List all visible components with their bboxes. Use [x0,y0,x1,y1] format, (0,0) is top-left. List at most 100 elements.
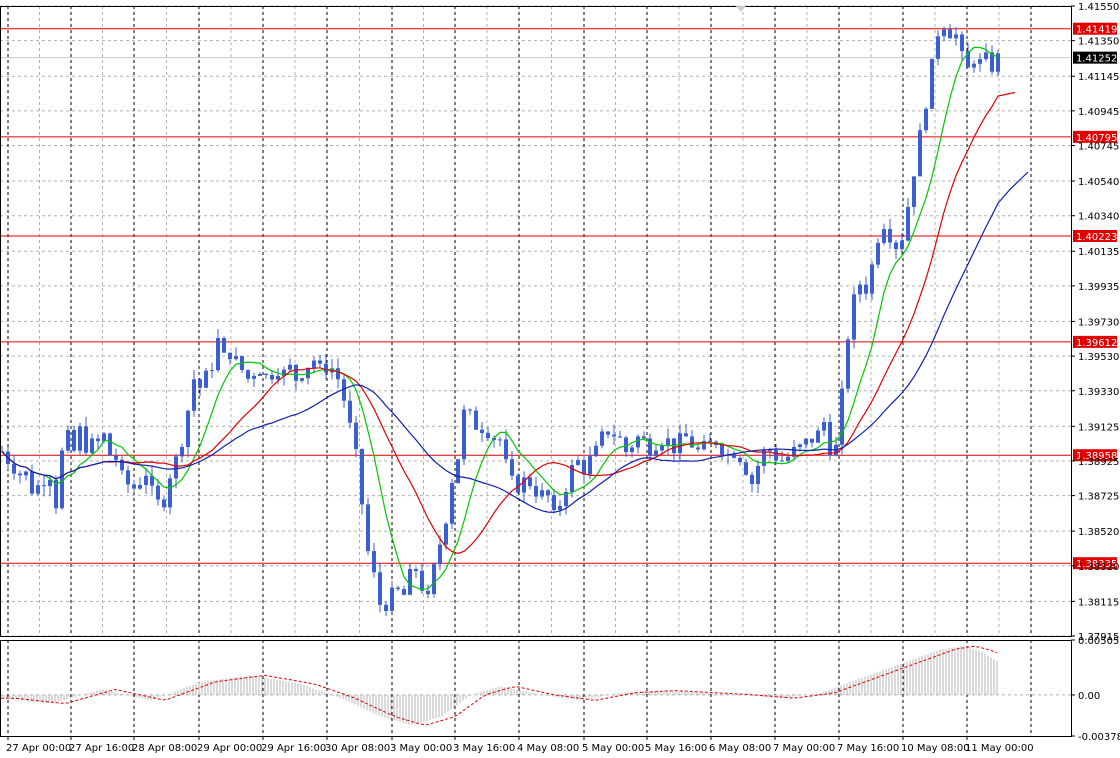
time-label: 5 May 16:00 [645,743,707,754]
candle-body [444,523,448,545]
price-tick-label: 1.38520 [1078,527,1119,538]
candle-body [660,445,664,451]
candle-body [732,454,736,458]
candle-body [126,470,130,485]
price-tick-label: 1.39730 [1078,317,1119,328]
candle-body [258,373,262,376]
candle-body [42,485,46,487]
time-label: 27 Apr 00:00 [6,743,71,754]
candle-body [72,429,76,451]
candle-body [768,450,772,452]
candle-body [270,374,274,380]
candle-body [750,474,754,484]
shift-marker [736,6,746,12]
candle-body [174,456,178,479]
candle-body [402,589,406,595]
candle-body [870,264,874,294]
candle-body [498,439,502,441]
candle-body [132,484,136,489]
candle-body [204,370,208,388]
candle-body [366,504,370,552]
candle-body [480,429,484,433]
candle-body [912,176,916,207]
candle-body [606,431,610,435]
price-tick-label: 1.41350 [1078,37,1119,48]
osc-tick-label: -0.00378 [1078,732,1120,743]
oscillator-histogram [0,645,998,726]
forex-chart[interactable]: 1.414191.407951.402231.396121.389581.383… [0,0,1120,758]
candle-body [930,58,934,109]
price-tick-label: 1.39935 [1078,282,1119,293]
candle-body [558,505,562,511]
price-tick-label: 1.39530 [1078,352,1119,363]
candle-body [948,29,952,39]
osc-tick-label: 0.005055 [1078,636,1120,647]
candle-body [546,490,550,496]
candle-body [90,438,94,453]
candle-body [612,434,616,437]
candle-body [420,571,424,591]
candle-body [252,375,256,379]
candle-body [162,499,166,508]
candle-body [654,450,658,456]
candle-body [774,450,778,461]
candle-body [216,337,220,371]
time-label: 7 May 16:00 [837,743,899,754]
candle-body [690,436,694,448]
candle-body [414,569,418,572]
price-tick-label: 1.40135 [1078,247,1119,258]
candle-body [66,429,70,451]
candle-body [108,433,112,456]
candle-body [12,464,16,474]
moving-averages [1,46,1029,591]
time-grid [7,6,1032,736]
candle-body [468,409,472,411]
candle-body [720,444,724,455]
candle-body [84,426,88,453]
current-price-label: 1.41252 [1076,54,1117,65]
candle-body [684,433,688,437]
candle-body [906,206,910,241]
candle-body [234,356,238,360]
candle-body [942,29,946,37]
candle-body [888,229,892,243]
candle-body [864,284,868,294]
signal-line [1,645,998,726]
time-label: 7 May 00:00 [773,743,835,754]
candle-body [918,130,922,177]
candle-body [450,483,454,524]
candle-body [636,436,640,448]
candle-body [462,409,466,460]
candle-body [840,388,844,445]
candle-body [828,422,832,456]
candle-body [288,364,292,370]
candle-body [36,485,40,494]
price-grid [0,5,1071,637]
time-label: 29 Apr 00:00 [197,743,262,754]
candle-body [318,360,322,364]
candle-body [798,444,802,448]
candle-body [426,590,430,595]
candle-body [894,242,898,250]
candle-body [594,445,598,457]
candle-body [978,59,982,64]
candle-body [438,544,442,565]
candle-body [984,52,988,60]
time-label: 3 May 16:00 [453,743,515,754]
candle-body [324,363,328,373]
price-tick-label: 1.38115 [1078,597,1119,608]
level-price-label: 1.40223 [1076,232,1117,243]
candle-body [486,432,490,438]
candle-body [876,242,880,265]
candle-body [276,375,280,380]
time-label: 10 May 08:00 [901,743,970,754]
candle-body [600,431,604,446]
candle-body [588,456,592,475]
candle-body [384,604,388,611]
price-tick-label: 1.39125 [1078,422,1119,433]
candle-body [504,439,508,460]
candle-body [360,448,364,505]
candle-body [630,447,634,453]
price-tick-label: 1.38925 [1078,457,1119,468]
candle-body [846,339,850,389]
